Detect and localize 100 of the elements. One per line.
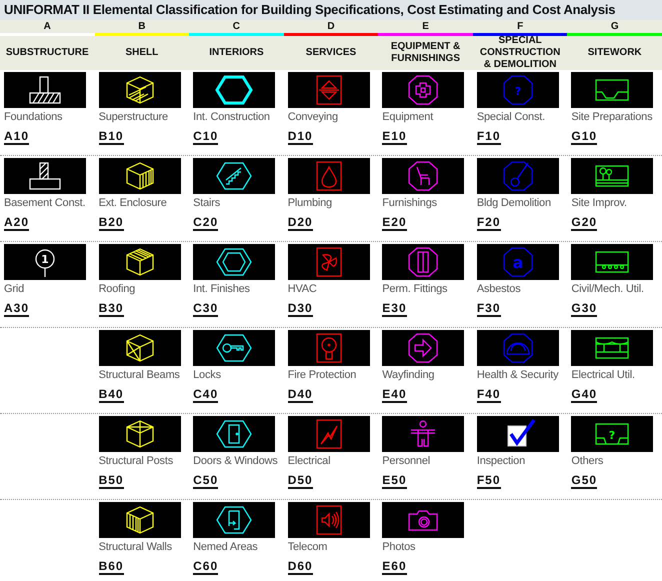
column-letter: G <box>567 20 662 36</box>
category-label: Others <box>571 455 604 468</box>
category-tile[interactable] <box>476 158 559 194</box>
category-code: A10 <box>4 129 30 145</box>
category-tile[interactable] <box>98 416 181 452</box>
category-code: C40 <box>193 387 218 403</box>
column-heading: INTERIORS <box>209 47 264 59</box>
category-tile[interactable] <box>382 72 464 108</box>
category-tile[interactable] <box>4 72 86 108</box>
category-label: Roofing <box>98 283 136 296</box>
category-tile[interactable] <box>382 244 464 280</box>
category-tile[interactable] <box>288 502 370 538</box>
category-tile[interactable] <box>193 502 276 538</box>
category-tile[interactable] <box>288 244 370 280</box>
category-label: Special Const. <box>476 111 546 124</box>
category-label: Structural Posts <box>98 455 174 468</box>
category-code: E20 <box>382 215 407 231</box>
category-label: Site Preparations <box>571 111 654 124</box>
category-label: Ext. Enclosure <box>98 197 168 210</box>
category-tile[interactable] <box>571 244 654 280</box>
category-tile[interactable] <box>98 244 181 280</box>
category-code: G10 <box>571 129 598 145</box>
category-tile[interactable] <box>571 330 654 366</box>
category-tile[interactable] <box>288 72 370 108</box>
category-tile[interactable] <box>288 416 370 452</box>
category-label: Nemed Areas <box>193 541 259 554</box>
panel-icon <box>408 247 438 277</box>
column-letter: F <box>472 20 568 36</box>
category-label: Stairs <box>193 197 222 210</box>
category-label: Wayfinding <box>382 369 436 382</box>
icon-glyph: a <box>512 253 524 272</box>
category-tile[interactable] <box>98 158 181 194</box>
category-code: C50 <box>193 473 218 489</box>
category-tile[interactable] <box>382 416 464 452</box>
icon-glyph: 1 <box>41 253 49 266</box>
category-tile[interactable] <box>382 330 464 366</box>
person-icon <box>410 420 436 447</box>
category-tile[interactable]: 1 <box>4 244 86 280</box>
trees-icon <box>596 165 630 187</box>
category-tile[interactable] <box>571 72 654 108</box>
page-title: UNIFORMAT II Elemental Classification for Building Specifications, Cost Estimating and Cost Analysis <box>0 0 662 20</box>
category-code: G30 <box>571 301 598 317</box>
cube-icon <box>126 420 154 448</box>
category-label: Electrical Util. <box>571 369 636 382</box>
footing-icon <box>29 162 61 190</box>
key-icon <box>216 334 252 362</box>
column-letter: B <box>94 20 190 36</box>
category-code: E30 <box>382 301 407 317</box>
checkbox-icon <box>507 418 536 446</box>
gauge-icon <box>503 333 532 363</box>
lightning-icon <box>316 419 342 449</box>
category-label: Fire Protection <box>288 369 358 382</box>
category-tile[interactable] <box>193 416 276 452</box>
column-heading: SHELL <box>125 47 158 59</box>
category-tile[interactable] <box>288 330 370 366</box>
category-tile[interactable] <box>193 158 276 194</box>
category-code: F10 <box>476 129 501 145</box>
category-tile[interactable] <box>476 416 559 452</box>
category-label: Equipment <box>382 111 434 124</box>
category-code: E10 <box>382 129 407 145</box>
category-code: C60 <box>193 559 218 575</box>
category-tile[interactable] <box>571 158 654 194</box>
category-code: C20 <box>193 215 218 231</box>
category-tile[interactable] <box>193 244 276 280</box>
column-heading: EQUIPMENT & FURNISHINGS <box>390 41 462 65</box>
column-heading: SUBSTRUCTURE <box>6 47 89 59</box>
cube-icon <box>126 76 154 104</box>
category-code: B60 <box>98 559 124 575</box>
category-code: B20 <box>98 215 124 231</box>
category-tile[interactable] <box>382 158 464 194</box>
hexagon-icon <box>215 76 253 104</box>
grid-bubble-icon <box>35 249 55 277</box>
category-code: B10 <box>98 129 124 145</box>
category-tile[interactable] <box>193 72 276 108</box>
category-code: B30 <box>98 301 124 317</box>
door-icon <box>216 420 252 448</box>
category-label: Asbestos <box>476 283 522 296</box>
category-tile[interactable] <box>193 330 276 366</box>
category-code: F40 <box>476 387 501 403</box>
category-tile[interactable] <box>98 72 181 108</box>
column-letter: A <box>0 20 95 36</box>
category-tile[interactable] <box>4 158 86 194</box>
category-code: A20 <box>4 215 30 231</box>
category-label: Basement Const. <box>4 197 86 210</box>
arrow-icon <box>408 333 438 363</box>
category-tile[interactable] <box>98 502 181 538</box>
category-tile[interactable] <box>382 502 464 538</box>
category-tile[interactable] <box>98 330 181 366</box>
hexagon-icon <box>216 248 252 276</box>
chair-icon <box>408 161 438 191</box>
category-tile[interactable] <box>288 158 370 194</box>
category-tile[interactable]: ? <box>571 416 654 452</box>
category-label: Grid <box>4 283 25 296</box>
category-code: C10 <box>193 129 218 145</box>
icon-glyph: ? <box>514 85 522 98</box>
category-code: G40 <box>571 387 598 403</box>
category-tile[interactable] <box>476 330 559 366</box>
column-heading: SERVICES <box>306 47 356 59</box>
stairs-icon <box>216 162 252 190</box>
cube-icon <box>126 162 154 190</box>
